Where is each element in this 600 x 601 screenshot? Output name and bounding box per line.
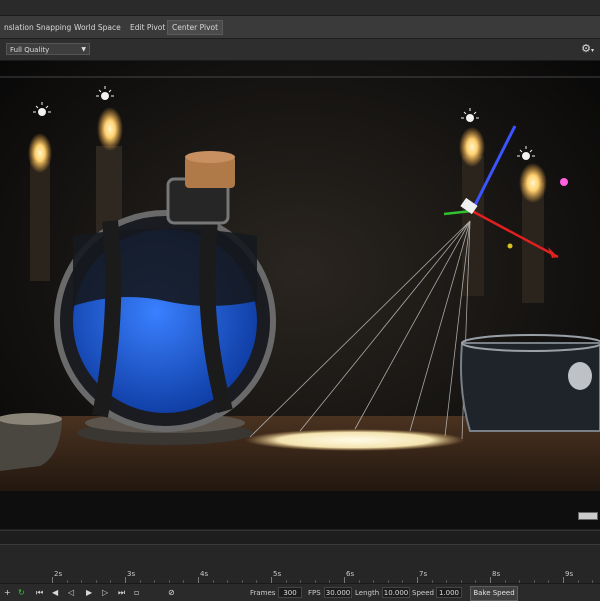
world-space-button[interactable]: World Space [70,21,125,34]
timeline-tick-label: 8s [492,570,501,578]
playback-bar: + ↻ ⏮ ◀ ◁ ▶ ▷ ⏭ ▫ ⊘ Frames 300 FPS 30.00… [0,583,600,601]
step-back-icon[interactable]: ◀ [52,587,58,598]
skip-to-start-icon[interactable]: ⏮ [36,587,43,598]
translation-snapping-button[interactable]: nslation Snapping [0,21,75,34]
center-pivot-button[interactable]: Center Pivot [167,20,224,35]
timeline-tick-label: 7s [419,570,428,578]
frames-field[interactable]: 300 [278,587,302,598]
gear-icon[interactable]: ⚙▾ [581,42,594,58]
viewport-resize-handle[interactable] [578,512,598,520]
top-menu-strip [0,0,600,16]
scene-viewport[interactable] [0,61,600,529]
edit-pivot-button[interactable]: Edit Pivot [126,21,169,34]
step-forward-icon[interactable]: ▷ [102,587,108,598]
record-icon[interactable]: ▫ [134,587,139,598]
fps-field[interactable]: 30.000 [324,587,352,598]
loop-icon[interactable]: ↻ [18,587,25,598]
disable-icon[interactable]: ⊘ [168,587,175,598]
frames-label: Frames [250,589,276,597]
timeline-ruler[interactable]: 2s 3s 4s 5s 6s 7s 8s 9s [0,544,600,583]
light-pool [245,429,465,451]
add-key-icon[interactable]: + [4,587,11,598]
speed-label: Speed [412,589,434,597]
timeline-tick-label: 2s [54,570,63,578]
skip-to-end-icon[interactable]: ⏭ [118,587,125,598]
track-strip [0,530,600,544]
timeline-tick-label: 9s [565,570,574,578]
viewport-header: Full Quality ▼ ⚙▾ [0,39,600,61]
speed-field[interactable]: 1.000 [436,587,462,598]
quality-select-value: Full Quality [10,46,50,54]
quality-select[interactable]: Full Quality ▼ [6,43,90,55]
glass-bowl [460,334,600,432]
timeline-tick-label: 6s [346,570,355,578]
fps-label: FPS [308,589,321,597]
bake-speed-button[interactable]: Bake Speed [470,586,518,601]
chevron-down-icon: ▼ [81,46,86,53]
timeline-tick-label: 3s [127,570,136,578]
play-icon[interactable]: ▶ [86,587,92,598]
length-label: Length [355,589,380,597]
transform-toolbar: nslation Snapping World Space Edit Pivot… [0,16,600,39]
timeline-tick-label: 4s [200,570,209,578]
timeline-tick-label: 5s [273,570,282,578]
candle-left [28,133,52,281]
play-reverse-icon[interactable]: ◁ [68,587,74,598]
length-field[interactable]: 10.000 [382,587,410,598]
candle-right-2 [519,163,547,303]
